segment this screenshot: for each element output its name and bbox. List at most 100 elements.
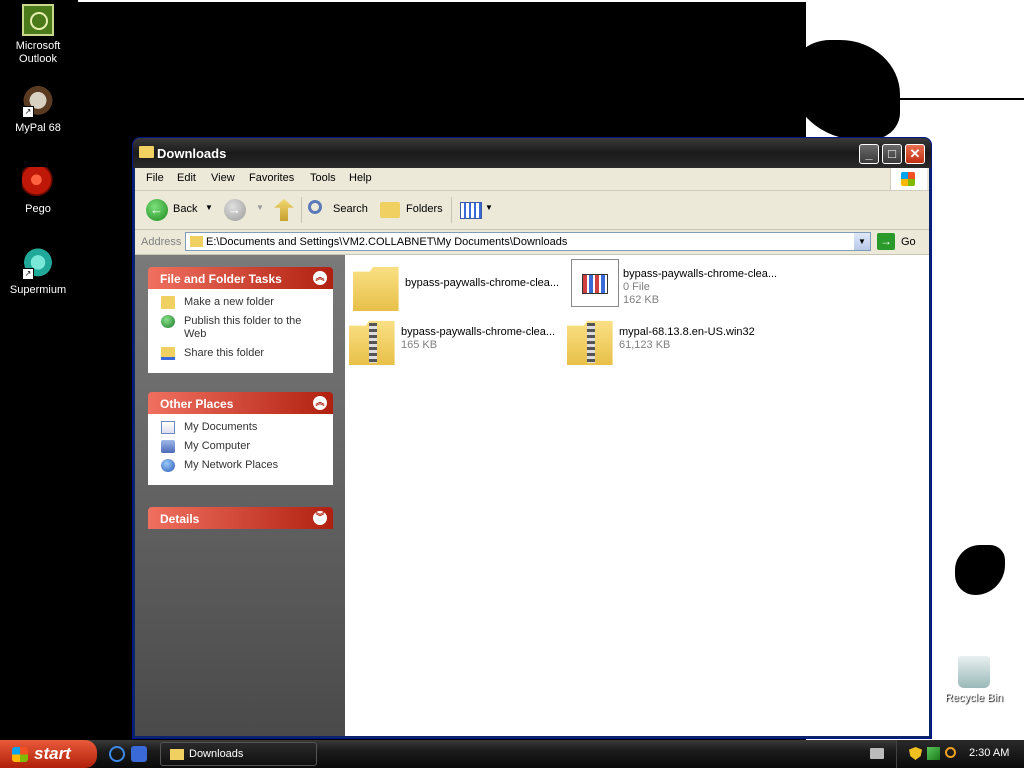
folders-icon[interactable] — [380, 202, 400, 218]
close-button[interactable]: ✕ — [905, 144, 925, 164]
views-icon[interactable] — [460, 202, 482, 219]
panel-header[interactable]: Details ︾ — [148, 507, 333, 529]
task-label: Make a new folder — [184, 296, 274, 308]
go-arrow-icon[interactable]: → — [877, 233, 895, 250]
mypal-icon: ↗ — [22, 86, 54, 118]
chevron-up-icon[interactable]: ︽ — [313, 271, 327, 285]
search-icon[interactable] — [945, 747, 956, 758]
menu-tools[interactable]: Tools — [310, 172, 336, 184]
address-dropdown-button[interactable]: ▼ — [854, 233, 870, 250]
new-folder-icon — [161, 296, 175, 309]
file-list: bypass-paywalls-chrome-clea... bypass-pa… — [345, 255, 929, 736]
task-share-folder[interactable]: Share this folder — [161, 347, 324, 360]
system-tray: 2:30 AM — [896, 740, 1024, 768]
toolbar: ← Back ▼ → ▼ Search Folders ▼ — [135, 191, 929, 230]
task-label: Share this folder — [184, 347, 265, 359]
clock[interactable]: 2:30 AM — [969, 747, 1009, 759]
folders-button[interactable]: Folders — [406, 203, 443, 215]
chevron-down-icon[interactable]: ▼ — [256, 203, 264, 212]
start-button[interactable]: start — [0, 740, 97, 768]
chevron-down-icon[interactable]: ︾ — [313, 511, 327, 525]
search-icon[interactable] — [308, 200, 322, 214]
file-item-zip[interactable]: mypal-68.13.8.en-US.win32 61,123 KB — [567, 317, 777, 365]
desktop-icon-pego[interactable]: Pego — [0, 167, 76, 216]
minimize-button[interactable]: _ — [859, 144, 879, 164]
forward-arrow-icon: → — [228, 202, 241, 217]
desktop-icon-recycle-bin[interactable]: Recycle Bin — [936, 656, 1012, 705]
desktop-icon-label: Outlook — [19, 53, 57, 65]
task-pane: File and Folder Tasks ︽ Make a new folde… — [135, 255, 345, 736]
security-shield-icon[interactable] — [909, 747, 922, 760]
chevron-down-icon[interactable]: ▼ — [485, 203, 493, 212]
task-make-new-folder[interactable]: Make a new folder — [161, 296, 324, 309]
close-icon: ✕ — [909, 146, 921, 161]
desktop-icon-outlook[interactable]: Microsoft Outlook — [0, 4, 76, 66]
window-content: File and Folder Tasks ︽ Make a new folde… — [135, 255, 929, 736]
windows-flag-icon — [901, 172, 915, 186]
back-button[interactable]: ← — [146, 199, 168, 221]
toolbar-separator — [301, 197, 302, 223]
taskbar-button-downloads[interactable]: Downloads — [160, 742, 317, 766]
place-my-documents[interactable]: My Documents — [161, 421, 324, 434]
menu-help[interactable]: Help — [349, 172, 372, 184]
file-document-icon — [571, 259, 619, 307]
pego-icon — [22, 167, 54, 199]
task-label: Publish this folder to the Web — [184, 315, 302, 340]
menu-bar: File Edit View Favorites Tools Help — [135, 168, 929, 191]
windows-flag-icon — [12, 747, 28, 762]
title-bar[interactable]: Downloads _ □ ✕ — [133, 138, 931, 168]
menu-edit[interactable]: Edit — [177, 172, 196, 184]
panel-title: Details — [160, 512, 200, 526]
panel-title: File and Folder Tasks — [160, 272, 282, 286]
panel-body: Make a new folder Publish this folder to… — [148, 289, 333, 373]
maximize-button[interactable]: □ — [882, 144, 902, 164]
chevron-down-icon[interactable]: ▼ — [205, 203, 213, 212]
desktop-icon-label: Supermium — [9, 284, 67, 296]
windows-logo — [890, 168, 927, 190]
file-item-folder[interactable]: bypass-paywalls-chrome-clea... — [353, 263, 563, 311]
file-item-file[interactable]: bypass-paywalls-chrome-clea... 0 File 16… — [571, 259, 781, 307]
network-icon[interactable] — [927, 747, 940, 760]
recycle-bin-icon — [958, 656, 990, 688]
forward-button[interactable]: → — [224, 199, 246, 221]
task-publish-folder[interactable]: Publish this folder to the Web — [161, 315, 324, 341]
menu-view[interactable]: View — [211, 172, 235, 184]
menu-file[interactable]: File — [146, 172, 164, 184]
panel-header[interactable]: Other Places ︽ — [148, 392, 333, 414]
panel-header[interactable]: File and Folder Tasks ︽ — [148, 267, 333, 289]
my-documents-icon — [161, 421, 175, 434]
place-label: My Computer — [184, 440, 251, 452]
place-my-network-places[interactable]: My Network Places — [161, 459, 324, 472]
desktop-icon-mypal[interactable]: ↗ MyPal 68 — [0, 86, 76, 135]
keyboard-icon[interactable] — [870, 748, 884, 759]
file-name: bypass-paywalls-chrome-clea... — [401, 326, 556, 338]
desktop-icon-label: MyPal 68 — [15, 122, 61, 134]
quick-launch-icon[interactable] — [131, 746, 147, 762]
zipper-graphic — [587, 323, 595, 363]
search-button[interactable]: Search — [333, 203, 368, 215]
internet-explorer-icon[interactable] — [109, 746, 125, 762]
explorer-window: Downloads _ □ ✕ File Edit View Favorites… — [133, 138, 931, 738]
file-size: 162 KB — [623, 294, 660, 306]
file-item-zip[interactable]: bypass-paywalls-chrome-clea... 165 KB — [349, 317, 559, 365]
panel-title: Other Places — [160, 397, 234, 411]
publish-globe-icon — [161, 315, 175, 328]
place-my-computer[interactable]: My Computer — [161, 440, 324, 453]
file-type: 0 File — [623, 281, 650, 293]
go-button[interactable]: Go — [901, 236, 916, 248]
details-panel: Details ︾ — [148, 507, 333, 529]
back-label[interactable]: Back — [173, 203, 197, 215]
file-name: mypal-68.13.8.en-US.win32 — [619, 326, 755, 338]
address-path[interactable]: E:\Documents and Settings\VM2.COLLABNET\… — [206, 236, 567, 248]
wallpaper-shape — [880, 98, 1024, 100]
panel-body: My Documents My Computer My Network Plac… — [148, 414, 333, 485]
chevron-up-icon[interactable]: ︽ — [313, 396, 327, 410]
up-folder-button[interactable] — [274, 199, 294, 221]
menu-favorites[interactable]: Favorites — [249, 172, 294, 184]
desktop-icon-supermium[interactable]: ↗ Supermium — [0, 248, 76, 297]
file-folder-tasks-panel: File and Folder Tasks ︽ Make a new folde… — [148, 267, 333, 373]
address-field[interactable]: E:\Documents and Settings\VM2.COLLABNET\… — [185, 232, 871, 251]
address-label: Address — [141, 236, 182, 248]
my-computer-icon — [161, 440, 175, 453]
supermium-icon: ↗ — [22, 248, 54, 280]
